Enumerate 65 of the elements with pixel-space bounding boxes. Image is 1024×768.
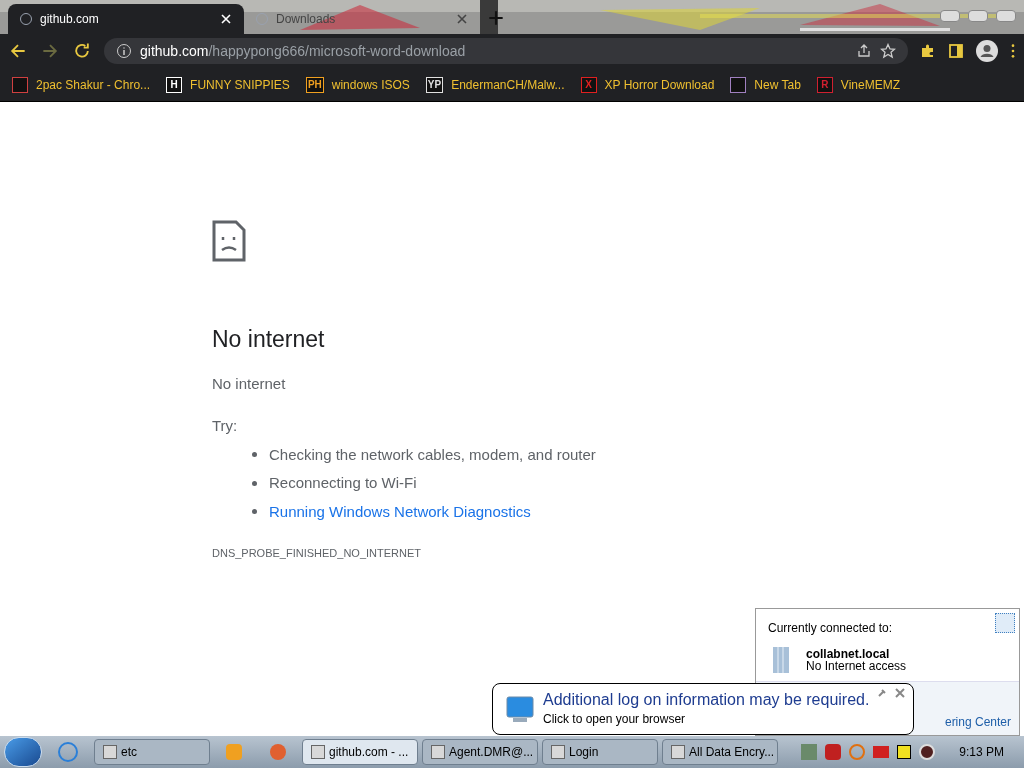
bookmark[interactable]: New Tab — [730, 75, 801, 94]
puzzle-icon[interactable] — [920, 43, 936, 59]
bookmark-label: XP Horror Download — [604, 76, 715, 94]
profile-icon[interactable] — [976, 40, 998, 62]
tray-icon[interactable] — [825, 744, 842, 760]
taskbar-button[interactable]: Login — [542, 739, 658, 765]
window-icon — [671, 745, 685, 759]
bookmark[interactable]: YP EndermanCH/Malw... — [425, 75, 565, 94]
popup-heading: Currently connected to: — [768, 620, 893, 637]
browser-icon[interactable] — [58, 742, 78, 762]
star-icon[interactable] — [880, 43, 896, 59]
window-icon — [551, 745, 565, 759]
start-orb-icon[interactable] — [4, 737, 42, 767]
taskbar-button[interactable]: etc — [94, 739, 210, 765]
monitor-icon — [505, 695, 535, 723]
refresh-icon[interactable] — [995, 613, 1015, 633]
diagnostics-link[interactable]: Running Windows Network Diagnostics — [269, 500, 531, 523]
balloon-title: Additional log on information may be required. — [543, 690, 870, 710]
bookmark-label: EndermanCH/Malw... — [451, 76, 565, 94]
suggestion-text: Reconnecting to Wi-Fi — [269, 473, 417, 493]
menu-icon[interactable] — [1010, 43, 1016, 59]
address-bar[interactable]: github.com/happypong666/microsoft-word-download — [104, 38, 908, 64]
network-status: No Internet access — [806, 660, 907, 672]
sad-page-icon — [212, 220, 246, 262]
suggestion-text: Checking the network cables, modem, and router — [269, 444, 596, 465]
favicon-icon: H — [166, 76, 183, 93]
window-icon — [311, 745, 325, 759]
bookmark-label: windows ISOS — [331, 76, 410, 94]
bookmark-label: New Tab — [754, 76, 801, 94]
bookmark-label: FUNNY SNIPPIES — [190, 76, 290, 94]
side-panel-icon[interactable] — [948, 43, 964, 59]
favicon-icon: PH — [305, 76, 324, 93]
bookmark[interactable]: R VineMEMZ — [816, 75, 900, 94]
bookmark-label: 2pac Shakur - Chro... — [36, 76, 151, 94]
favicon-icon: R — [816, 76, 833, 93]
info-icon — [116, 43, 132, 59]
network-name: collabnet.local — [806, 646, 890, 661]
reload-icon[interactable] — [72, 41, 92, 61]
bookmark[interactable]: H FUNNY SNIPPIES — [166, 75, 290, 94]
new-tab-icon[interactable] — [488, 10, 504, 26]
browser-tab[interactable]: github.com — [8, 4, 244, 34]
share-icon[interactable] — [856, 43, 872, 59]
bookmark[interactable]: PH windows ISOS — [305, 75, 410, 94]
wrench-icon[interactable] — [877, 688, 888, 698]
bookmark-label: VineMEMZ — [840, 76, 900, 94]
network-center-link[interactable]: ering Center — [944, 712, 1011, 731]
bookmark[interactable]: 2pac Shakur - Chro... — [12, 75, 151, 94]
window-icon — [431, 745, 445, 759]
url-text: github.com/happypong666/microsoft-word-download — [140, 41, 467, 61]
try-label: Try: — [212, 416, 239, 436]
clock: 9:13 PM — [959, 744, 1004, 761]
favicon-icon: X — [580, 76, 597, 93]
taskbar-button[interactable]: Agent.DMR@... — [422, 739, 538, 765]
balloon-body: Click to open your browser — [543, 711, 687, 728]
error-title: No internet — [212, 325, 326, 354]
bookmark[interactable]: X XP Horror Download — [580, 75, 715, 94]
error-subtitle: No internet — [212, 373, 287, 394]
favicon-icon: YP — [425, 76, 444, 93]
notification-balloon[interactable]: Additional log on information may be required. Click to open your browser — [492, 683, 914, 735]
taskbar-button[interactable]: github.com - ... — [302, 739, 418, 765]
window-icon — [103, 745, 117, 759]
tab-title: github.com — [40, 11, 100, 28]
error-code: DNS_PROBE_FINISHED_NO_INTERNET — [212, 546, 423, 561]
taskbar-button[interactable]: All Data Encry... — [662, 739, 778, 765]
network-icon — [771, 645, 791, 673]
